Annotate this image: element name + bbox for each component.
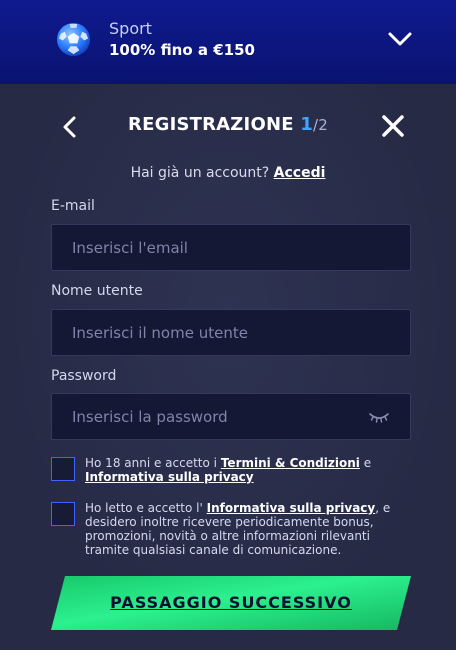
email-field[interactable] (52, 225, 410, 270)
age-terms-checkbox[interactable] (51, 457, 75, 481)
title-text: REGISTRAZIONE (128, 114, 294, 135)
username-label: Nome utente (51, 283, 143, 299)
username-field[interactable] (52, 310, 410, 355)
terms-link[interactable]: Termini & Condizioni (221, 456, 360, 470)
promo-banner[interactable]: Sport 100% fino a €150 (0, 0, 456, 84)
soccer-ball-icon (56, 22, 91, 57)
promo-category: Sport (109, 19, 152, 38)
email-field-wrapper (51, 224, 411, 271)
next-step-label: PASSAGGIO SUCCESSIVO (110, 593, 352, 612)
marketing-checkbox[interactable] (51, 502, 75, 526)
eye-closed-icon[interactable] (368, 410, 390, 424)
login-prompt: Hai già un account? Accedi (0, 165, 456, 181)
next-step-button[interactable]: PASSAGGIO SUCCESSIVO (51, 576, 411, 630)
promo-offer: 100% fino a €150 (109, 41, 255, 59)
step-total: /2 (312, 116, 328, 134)
login-link[interactable]: Accedi (274, 165, 326, 181)
age-terms-text-mid: e (363, 456, 372, 470)
marketing-privacy-link[interactable]: Informativa sulla privacy (207, 501, 376, 515)
marketing-text: Ho letto e accetto l' Informativa sulla … (85, 501, 407, 557)
password-field-wrapper (51, 393, 411, 440)
password-label: Password (51, 368, 117, 384)
close-icon[interactable] (380, 113, 406, 139)
login-prompt-text: Hai già un account? (130, 165, 270, 181)
username-field-wrapper (51, 309, 411, 356)
step-current: 1 (300, 114, 313, 135)
chevron-down-icon[interactable] (386, 28, 414, 50)
age-terms-text: Ho 18 anni e accetto i Termini & Condizi… (85, 456, 407, 484)
email-label: E-mail (51, 198, 95, 214)
age-terms-text-before: Ho 18 anni e accetto i (85, 456, 218, 470)
marketing-text-before: Ho letto e accetto l' (85, 501, 203, 515)
privacy-link[interactable]: Informativa sulla privacy (85, 470, 254, 484)
password-field[interactable] (52, 394, 410, 439)
